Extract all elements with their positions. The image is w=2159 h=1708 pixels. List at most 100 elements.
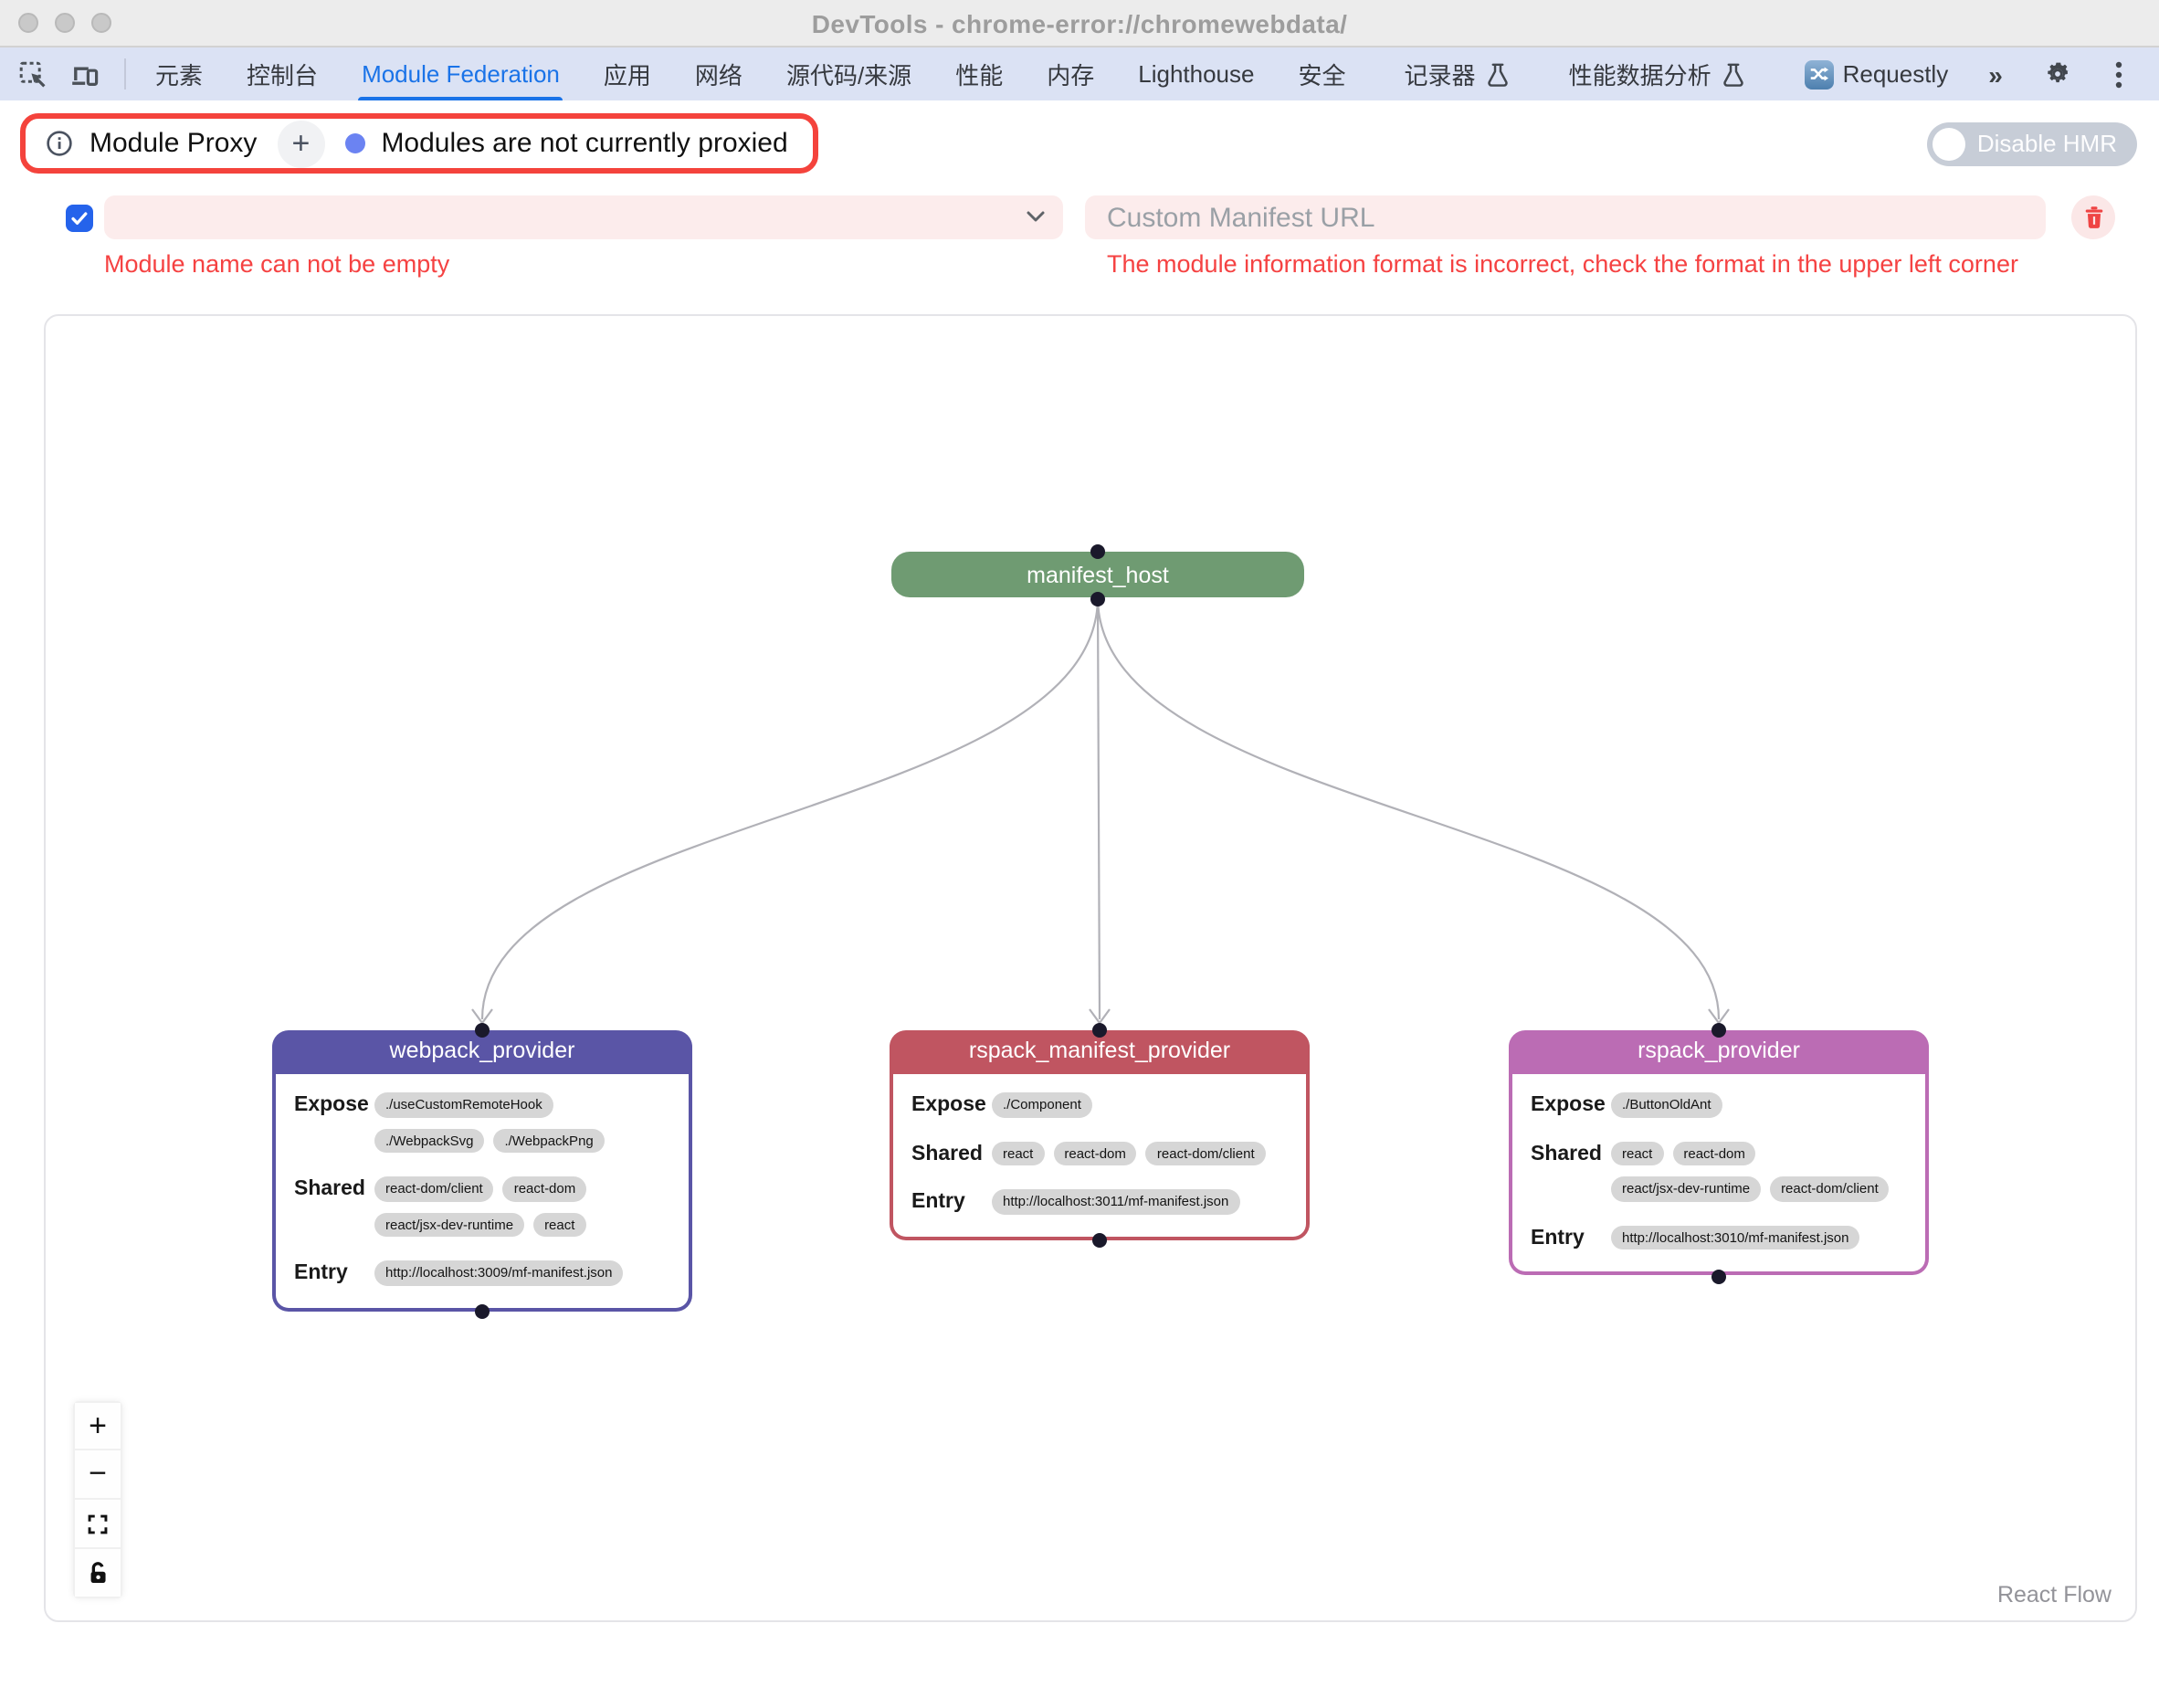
zoom-out-button[interactable]: −	[73, 1450, 122, 1500]
module-graph-canvas[interactable]: manifest_host webpack_provider Expose ./…	[44, 314, 2137, 1622]
tab-performance-insights[interactable]: 性能数据分析	[1547, 47, 1768, 100]
module-tag: react/jsx-dev-runtime	[374, 1212, 524, 1237]
node-title: manifest_host	[1027, 562, 1169, 587]
tab-recorder[interactable]: 记录器	[1383, 47, 1532, 100]
entry-row: Entry http://localhost:3010/mf-manifest.…	[1531, 1225, 1907, 1249]
zoom-window-button[interactable]	[91, 13, 111, 33]
tab-lighthouse[interactable]: Lighthouse	[1116, 47, 1276, 100]
node-handle[interactable]	[1090, 591, 1105, 606]
close-window-button[interactable]	[18, 13, 38, 33]
toggle-knob	[1933, 127, 1966, 160]
module-tag: react-dom	[1672, 1141, 1756, 1165]
delete-module-button[interactable]	[2071, 195, 2115, 239]
experiment-flask-icon	[1721, 61, 1746, 87]
flow-edges	[46, 316, 2137, 1622]
expose-tags: ./ButtonOldAnt	[1611, 1092, 1907, 1117]
disable-hmr-toggle[interactable]: Disable HMR	[1928, 121, 2137, 165]
manifest-format-error: The module information format is incorre…	[1107, 250, 2018, 278]
module-proxy-title: Module Proxy	[90, 128, 257, 159]
device-toolbar-icon	[68, 59, 100, 89]
tab-sources[interactable]: 源代码/来源	[764, 47, 933, 100]
window-title: DevTools - chrome-error://chromewebdata/	[812, 8, 1348, 37]
proxy-status-text: Modules are not currently proxied	[381, 128, 787, 159]
node-title: rspack_manifest_provider	[890, 1030, 1310, 1074]
node-handle[interactable]	[1092, 1233, 1107, 1248]
module-name-error: Module name can not be empty	[104, 250, 449, 278]
node-manifest-host[interactable]: manifest_host	[891, 552, 1304, 597]
add-proxy-button[interactable]: +	[277, 120, 324, 167]
shared-row: Shared reactreact-domreact-dom/client	[911, 1141, 1288, 1165]
tab-performance[interactable]: 性能	[933, 47, 1025, 100]
node-rspack-provider[interactable]: rspack_provider Expose ./ButtonOldAnt Sh…	[1509, 1030, 1929, 1275]
chevron-down-icon	[1025, 208, 1047, 227]
shared-tags: react react-dom react/jsx-dev-runtime react…	[1611, 1141, 1907, 1201]
module-tag: react-dom/client	[1146, 1141, 1266, 1165]
edge-host-webpack	[482, 597, 1098, 1019]
gear-icon	[2041, 58, 2072, 90]
entry-row: Entry http://localhost:3011/mf-manifest.…	[911, 1189, 1288, 1214]
expose-row: Expose ./useCustomRemoteHook./WebpackSvg…	[294, 1092, 670, 1153]
custom-manifest-field	[1085, 195, 2046, 239]
edge-host-rspack-manifest	[1098, 597, 1100, 1019]
node-handle[interactable]	[1711, 1269, 1726, 1283]
entry-url-tag: http://localhost:3009/mf-manifest.json	[374, 1260, 623, 1285]
module-tag: react-dom	[503, 1176, 587, 1201]
module-tag: ./Component	[992, 1092, 1092, 1117]
more-options-button[interactable]	[2097, 54, 2141, 94]
node-handle[interactable]	[1711, 1022, 1726, 1037]
expose-row: Expose ./ButtonOldAnt	[1531, 1092, 1907, 1117]
edge-host-rspack	[1098, 597, 1719, 1019]
flow-controls: + −	[73, 1401, 122, 1598]
node-handle[interactable]	[1090, 543, 1105, 558]
node-webpack-provider[interactable]: webpack_provider Expose ./useCustomRemot…	[272, 1030, 692, 1311]
module-enabled-checkbox[interactable]	[66, 204, 93, 231]
node-title: webpack_provider	[272, 1030, 692, 1074]
devtools-tabbar: 元素 控制台 Module Federation 应用 网络 源代码/来源 性能…	[0, 47, 2159, 100]
expose-tags: ./useCustomRemoteHook./WebpackSvg./Webpa…	[374, 1092, 670, 1153]
entry-url-tag: http://localhost:3010/mf-manifest.json	[1611, 1225, 1859, 1249]
zoom-in-button[interactable]: +	[73, 1401, 122, 1450]
module-tag: react/jsx-dev-runtime	[1611, 1176, 1761, 1201]
fit-view-icon	[86, 1512, 110, 1535]
tab-application[interactable]: 应用	[582, 47, 673, 100]
tab-elements[interactable]: 元素	[133, 47, 225, 100]
kebab-menu-icon	[2115, 59, 2122, 89]
expose-tags: ./Component	[992, 1092, 1288, 1117]
titlebar: DevTools - chrome-error://chromewebdata/	[0, 0, 2159, 47]
toggle-device-toolbar-button[interactable]	[62, 54, 106, 94]
tab-console[interactable]: 控制台	[225, 47, 340, 100]
module-tag: react	[533, 1212, 585, 1237]
node-rspack-manifest-provider[interactable]: rspack_manifest_provider Expose ./Compon…	[890, 1030, 1310, 1239]
toggle-interactivity-button[interactable]	[73, 1549, 122, 1598]
tab-module-federation[interactable]: Module Federation	[340, 47, 582, 100]
node-handle[interactable]	[1092, 1022, 1107, 1037]
module-tag: react	[1611, 1141, 1663, 1165]
shared-tags: react-dom/clientreact-domreact/jsx-dev-r…	[374, 1176, 670, 1237]
tab-memory[interactable]: 内存	[1025, 47, 1116, 100]
react-flow-attribution: React Flow	[1997, 1582, 2112, 1608]
settings-button[interactable]	[2035, 54, 2079, 94]
node-handle[interactable]	[475, 1022, 490, 1037]
trash-icon	[2081, 205, 2105, 230]
more-tabs-button[interactable]: »	[1970, 47, 2019, 100]
module-name-select[interactable]	[104, 195, 1063, 239]
requestly-icon	[1805, 59, 1834, 89]
entry-row: Entry http://localhost:3009/mf-manifest.…	[294, 1260, 670, 1285]
fit-view-button[interactable]	[73, 1500, 122, 1549]
minimize-window-button[interactable]	[55, 13, 75, 33]
custom-manifest-input[interactable]	[1085, 195, 2046, 239]
module-tag: ./useCustomRemoteHook	[374, 1092, 553, 1117]
shared-row: Shared react-dom/clientreact-domreact/js…	[294, 1176, 670, 1237]
tab-network[interactable]: 网络	[673, 47, 764, 100]
expose-row: Expose ./Component	[911, 1092, 1288, 1117]
proxy-status-dot	[344, 133, 364, 153]
tab-requestly[interactable]: Requestly	[1783, 47, 1971, 100]
node-handle[interactable]	[475, 1304, 490, 1319]
inspect-element-button[interactable]	[11, 54, 55, 94]
module-tag: ./WebpackPng	[493, 1128, 604, 1153]
shared-tags: reactreact-domreact-dom/client	[992, 1141, 1288, 1165]
tab-security[interactable]: 安全	[1277, 47, 1368, 100]
module-tag: react	[992, 1141, 1044, 1165]
lock-icon	[86, 1560, 110, 1586]
module-tag: react-dom/client	[1770, 1176, 1890, 1201]
